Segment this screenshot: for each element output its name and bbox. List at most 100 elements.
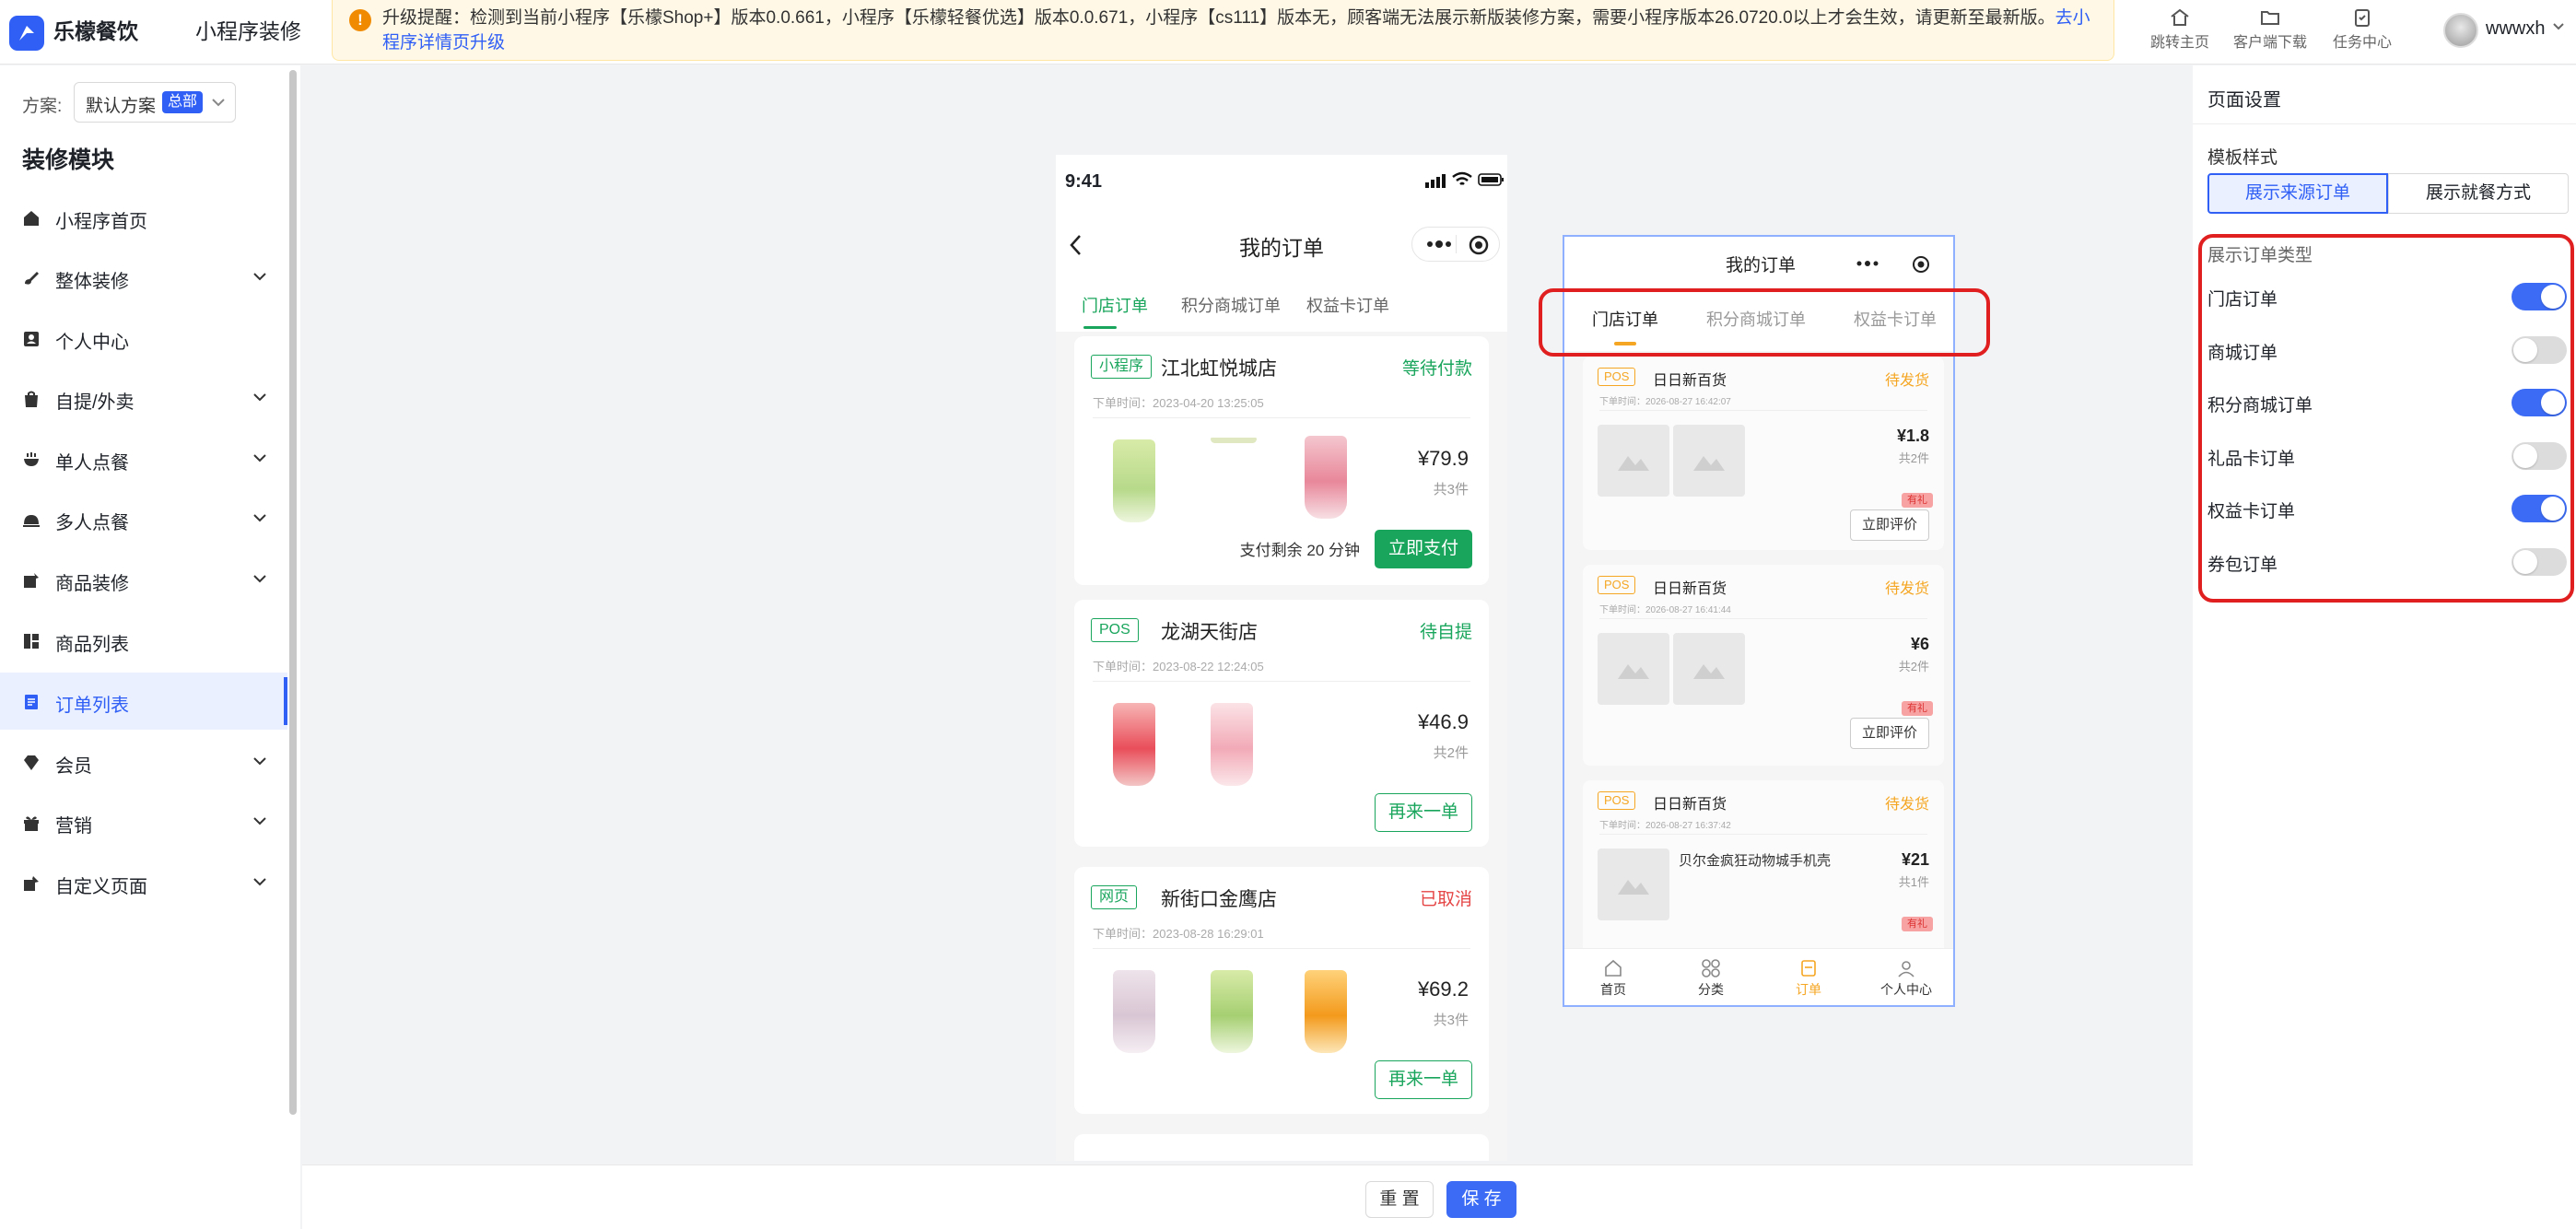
chevron-down-icon [253, 514, 266, 522]
order-card[interactable]: POS 龙湖天街店 待自提 下单时间：2023-08-22 12:24:05 ¥… [1074, 600, 1489, 847]
client-download-button[interactable]: 客户端下载 [2233, 7, 2307, 52]
user-name[interactable]: wwwxh [2486, 18, 2545, 40]
order-quantity: 共3件 [1433, 1012, 1469, 1028]
order-source-tag: POS [1598, 368, 1636, 386]
type-label-mall: 商城订单 [2207, 344, 2278, 363]
tab-points-mall-orders[interactable]: 积分商城订单 [1181, 293, 1281, 317]
template-option-dining[interactable]: 展示就餐方式 [2388, 173, 2569, 214]
review-button[interactable]: 立即评价 [1849, 718, 1929, 749]
tabbar-home[interactable]: 首页 [1564, 958, 1662, 999]
brush-icon [25, 272, 39, 285]
status-bar: 9:41 [1056, 155, 1507, 212]
close-target-icon[interactable] [1468, 234, 1490, 256]
toggle-gift-card-orders[interactable] [2512, 442, 2567, 470]
sidebar-item-member[interactable]: 会员 [0, 733, 287, 790]
sidebar-item-marketing[interactable]: 营销 [0, 793, 287, 850]
sidebar-item-label: 自定义页面 [55, 877, 147, 897]
reorder-button[interactable]: 再来一单 [1374, 793, 1472, 832]
product-image [1211, 438, 1257, 443]
toggle-coupon-pack-orders[interactable] [2512, 548, 2567, 576]
order-card[interactable]: 小程序 江北虹悦城店 等待付款 下单时间：2023-04-20 13:25:05… [1074, 336, 1489, 585]
toggle-store-orders[interactable] [2512, 283, 2567, 310]
product-placeholder [1598, 633, 1669, 705]
tabbar-orders[interactable]: 订单 [1760, 958, 1857, 999]
toggle-benefit-card-orders[interactable] [2512, 495, 2567, 522]
diamond-icon [24, 755, 39, 770]
tab-benefit-card-orders[interactable]: 权益卡订单 [1306, 293, 1389, 317]
order-status: 等待付款 [1401, 359, 1472, 379]
type-label-store: 门店订单 [2207, 290, 2278, 310]
chevron-down-icon[interactable] [2552, 22, 2565, 31]
sidebar-item-label: 会员 [55, 756, 92, 777]
notice-message: 升级提醒：检测到当前小程序【乐檬Shop+】版本0.0.661，小程序【乐檬轻餐… [382, 8, 2055, 28]
sidebar-item-label: 小程序首页 [55, 212, 147, 232]
divider [1599, 834, 1927, 835]
order-price: ¥1.8 [1896, 427, 1929, 445]
review-button[interactable]: 立即评价 [1849, 509, 1929, 541]
chevron-down-icon [253, 757, 266, 766]
miniapp-capsule[interactable] [1411, 227, 1500, 262]
miniapp-capsule[interactable] [1850, 250, 1946, 279]
task-center-button[interactable]: 任务中心 [2325, 7, 2399, 52]
toggle-points-mall-orders[interactable] [2512, 389, 2567, 416]
image-placeholder-icon [1618, 880, 1649, 895]
sidebar-item-label: 自提/外卖 [55, 392, 135, 413]
sidebar-item-product-list[interactable]: 商品列表 [0, 612, 287, 669]
product-placeholder [1673, 425, 1745, 497]
order-status: 待发货 [1884, 581, 1929, 597]
order-card[interactable]: POS 日日新百货 待发货 下单时间：2026-08-27 16:37:42 贝… [1583, 780, 1944, 965]
user-icon [1898, 961, 1914, 977]
sidebar-item-label: 订单列表 [55, 696, 129, 716]
scheme-select[interactable]: 默认方案 总部 [74, 82, 236, 123]
reset-button[interactable]: 重 置 [1365, 1181, 1434, 1218]
toggle-mall-orders[interactable] [2512, 336, 2567, 364]
sidebar-item-group-order[interactable]: 多人点餐 [0, 490, 287, 547]
order-time: 下单时间：2023-04-20 13:25:05 [1093, 396, 1264, 410]
chevron-down-icon [253, 878, 266, 886]
order-price: ¥21 [1901, 850, 1929, 869]
order-card[interactable]: POS 日日新百货 待发货 下单时间：2026-08-27 16:42:07 ¥… [1583, 357, 1944, 550]
order-quantity: 共2件 [1433, 745, 1469, 761]
type-label-coupon-pack: 券包订单 [2207, 556, 2278, 575]
phone-tabbar: 首页 分类 订单 个人中心 [1564, 948, 1953, 1005]
gift-badge: 有礼 [1902, 493, 1933, 508]
sidebar-item-product-decor[interactable]: 商品装修 [0, 551, 287, 608]
sidebar-item-personal-center[interactable]: 个人中心 [0, 310, 287, 367]
tab-store-orders[interactable]: 门店订单 [1082, 293, 1148, 317]
tabbar-profile[interactable]: 个人中心 [1857, 958, 1953, 999]
product-image [1113, 703, 1155, 786]
image-placeholder-icon [1618, 664, 1649, 679]
sidebar-item-single-order[interactable]: 单人点餐 [0, 430, 287, 487]
sidebar-item-overall-decor[interactable]: 整体装修 [0, 249, 287, 306]
tabbar-category[interactable]: 分类 [1662, 958, 1760, 999]
order-store: 龙湖天街店 [1161, 622, 1258, 643]
avatar[interactable] [2443, 13, 2478, 48]
order-card[interactable] [1074, 1134, 1489, 1161]
template-option-source[interactable]: 展示来源订单 [2207, 173, 2388, 214]
custom-page-icon [24, 876, 39, 891]
more-dots-icon[interactable] [1856, 259, 1879, 268]
sidebar-item-label: 个人中心 [55, 333, 129, 353]
order-time: 下单时间：2023-08-22 12:24:05 [1093, 660, 1264, 673]
order-store: 江北虹悦城店 [1161, 358, 1277, 380]
logo-icon [9, 16, 44, 51]
go-home-button[interactable]: 跳转主页 [2143, 7, 2217, 52]
reorder-button[interactable]: 再来一单 [1374, 1060, 1472, 1099]
sidebar-item-pickup-delivery[interactable]: 自提/外卖 [0, 369, 287, 427]
sidebar-item-label: 营销 [55, 816, 92, 837]
close-target-icon[interactable] [1911, 254, 1931, 275]
order-source-tag: POS [1598, 791, 1636, 810]
divider [1093, 948, 1470, 949]
sidebar-item-home[interactable]: 小程序首页 [0, 189, 287, 246]
save-button[interactable]: 保 存 [1446, 1181, 1516, 1218]
order-card[interactable]: POS 日日新百货 待发货 下单时间：2026-08-27 16:41:44 ¥… [1583, 565, 1944, 766]
divider [1093, 681, 1470, 682]
sidebar-item-order-list[interactable]: 订单列表 [0, 673, 287, 730]
order-time: 下单时间：2026-08-27 16:41:44 [1599, 605, 1731, 615]
more-dots-icon[interactable] [1425, 240, 1453, 249]
pay-now-button[interactable]: 立即支付 [1374, 530, 1472, 568]
order-card[interactable]: 网页 新街口金鹰店 已取消 下单时间：2023-08-28 16:29:01 ¥… [1074, 867, 1489, 1114]
sidebar-scrollbar[interactable] [289, 70, 297, 1115]
divider [2193, 123, 2576, 124]
sidebar-item-custom-page[interactable]: 自定义页面 [0, 854, 287, 911]
